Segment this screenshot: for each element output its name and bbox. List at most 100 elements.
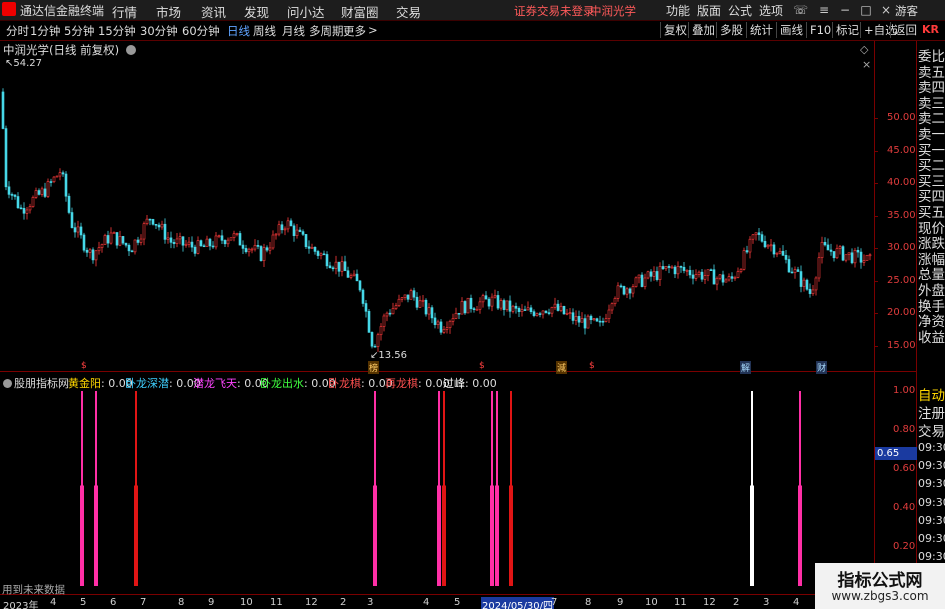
candle-body (22, 208, 26, 214)
candle-body (148, 218, 152, 221)
back-button[interactable]: 返回 (890, 22, 920, 38)
menu-item-trade[interactable]: 交易 (396, 2, 421, 21)
candle-body (124, 242, 128, 246)
menu-item-function[interactable]: 功能 (666, 2, 690, 19)
menu-item-news[interactable]: 资讯 (201, 2, 226, 21)
candle-body (784, 255, 788, 260)
period-multi[interactable]: 多周期 (309, 23, 344, 39)
maximize-icon[interactable]: □ (859, 3, 873, 17)
price-high-value: 54.27 (13, 58, 43, 69)
menu-icon[interactable]: ≡ (817, 3, 831, 17)
candle-body (862, 260, 866, 263)
indicator-axis-label: 0.60 (893, 463, 916, 474)
period-60min[interactable]: 60分钟 (182, 23, 220, 39)
menu-item-fortune[interactable]: 财富圈 (341, 2, 379, 21)
trade-panel-label[interactable]: 注册 (918, 402, 945, 422)
overlay-button[interactable]: 叠加 (688, 22, 718, 38)
candle-body (307, 246, 311, 249)
candle-body (367, 311, 371, 333)
candle-body (616, 285, 620, 299)
trade-panel-label[interactable]: 交易 (918, 420, 945, 440)
candle-body (595, 318, 599, 322)
mark-button[interactable]: 标记 (832, 22, 862, 38)
period-more[interactable]: 更多 (343, 23, 366, 39)
candle-body (388, 312, 392, 315)
close-icon[interactable]: × (879, 3, 893, 17)
indicator-axis-label: 0.20 (893, 541, 916, 552)
candle-body (580, 318, 584, 323)
menu-item-market[interactable]: 市场 (156, 2, 181, 21)
f10-button[interactable]: F10 (806, 22, 834, 38)
candle-body (529, 307, 533, 312)
candle-body (553, 303, 557, 308)
signal-bar-base (373, 485, 377, 586)
candle-body (490, 296, 494, 307)
period-1min[interactable]: 1分钟 (30, 23, 60, 39)
price-axis-tick (874, 183, 878, 185)
period-daily[interactable]: 日线 (227, 23, 250, 39)
candle-body (334, 261, 338, 269)
candle-body (199, 240, 203, 247)
candle-body (835, 248, 839, 259)
marker-text: $ (81, 361, 87, 371)
candle-body (538, 313, 542, 315)
period-30min[interactable]: 30分钟 (140, 23, 178, 39)
candle-body (322, 253, 326, 256)
candle-body (241, 244, 245, 249)
candle-body (58, 172, 62, 177)
period-weekly[interactable]: 周线 (253, 23, 276, 39)
price-axis-line (874, 41, 875, 594)
menu-item-formula[interactable]: 公式 (728, 2, 752, 19)
service-icon[interactable]: ☏ (793, 3, 808, 17)
candle-body (787, 259, 791, 273)
candle-body (541, 310, 545, 315)
candle-body (70, 212, 74, 228)
chevron-right-icon[interactable]: > (368, 23, 378, 37)
trade-panel-label[interactable]: 自动 (918, 384, 945, 404)
candle-body (748, 238, 752, 253)
menu-item-discover[interactable]: 发现 (244, 2, 269, 21)
candle-body (412, 290, 416, 298)
tick-time: 09:30 (918, 550, 945, 564)
candle-body (676, 266, 680, 275)
adjust-button[interactable]: 复权 (660, 22, 690, 38)
event-marker[interactable]: $ (589, 361, 595, 371)
draw-line-button[interactable]: 画线 (776, 22, 806, 38)
menu-item-options[interactable]: 选项 (759, 2, 783, 19)
period-monthly[interactable]: 月线 (282, 23, 305, 39)
date-axis-label: 3 (763, 597, 770, 608)
period-timeshare[interactable]: 分时 (6, 23, 29, 39)
login-status[interactable]: 游客 (895, 3, 918, 19)
candle-body (856, 249, 860, 253)
price-axis-tick (874, 248, 878, 250)
price-low-value: 13.56 (378, 350, 408, 361)
signal-bar-base (134, 485, 138, 586)
period-15min[interactable]: 15分钟 (98, 23, 136, 39)
indicator-chart[interactable] (0, 372, 874, 594)
menu-item-xiaoda[interactable]: 问小达 (287, 2, 325, 21)
candle-body (196, 240, 200, 254)
date-axis-label: 4 (423, 597, 430, 608)
candle-body (622, 286, 626, 295)
candle-body (811, 289, 815, 294)
candle-body (253, 245, 257, 250)
menu-item-layout[interactable]: 版面 (697, 2, 721, 19)
stats-button[interactable]: 统计 (746, 22, 776, 38)
event-marker[interactable]: $ (81, 361, 87, 371)
event-marker[interactable]: $ (479, 361, 485, 371)
candle-body (382, 315, 386, 327)
menu-item-quotes[interactable]: 行情 (112, 2, 137, 21)
candle-body (583, 318, 587, 329)
candlestick-chart[interactable] (0, 41, 874, 371)
candle-body (157, 224, 161, 228)
period-5min[interactable]: 5分钟 (64, 23, 94, 39)
candle-body (868, 254, 872, 257)
price-axis-label: 45.00 (887, 144, 916, 156)
candle-body (712, 269, 716, 285)
candle-body (40, 188, 44, 195)
candle-body (406, 294, 410, 300)
minimize-icon[interactable]: − (838, 3, 852, 17)
multi-stock-button[interactable]: 多股 (716, 22, 746, 38)
candle-body (355, 273, 359, 282)
candle-body (421, 299, 425, 302)
